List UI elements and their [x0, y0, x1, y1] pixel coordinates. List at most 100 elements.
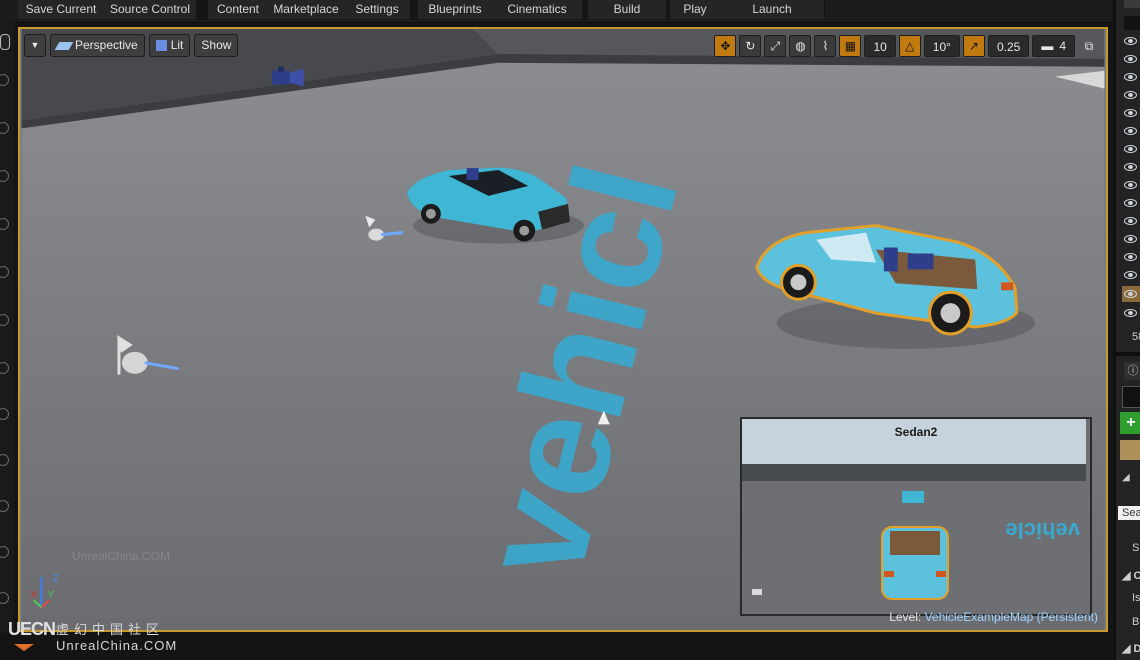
eye-icon[interactable] [1124, 271, 1137, 279]
perspective-button[interactable]: Perspective [50, 34, 145, 57]
content-button[interactable]: Content [208, 0, 269, 19]
scale-snap-toggle[interactable]: ↗ [962, 35, 985, 57]
axis-z-label: Z [52, 573, 58, 584]
panel-tab[interactable] [1124, 0, 1140, 8]
category-header[interactable]: ◢ Ca [1122, 569, 1140, 582]
visibility-icon[interactable] [0, 454, 9, 466]
details-search-input[interactable]: Sea [1118, 506, 1140, 520]
eye-icon[interactable] [1124, 181, 1137, 189]
visibility-icon[interactable] [0, 74, 9, 86]
panel-toggle-icon[interactable] [0, 34, 10, 50]
preview-title: Sedan2 [894, 425, 938, 439]
camera-speed-button[interactable]: ▬ 4 [1032, 35, 1075, 57]
expand-arrow-icon[interactable]: ◢ [1122, 472, 1130, 483]
eye-icon[interactable] [1124, 290, 1137, 298]
eye-icon[interactable] [1124, 253, 1137, 261]
actor-count: 58 [1132, 331, 1140, 343]
axis-y-label: Y [47, 590, 54, 601]
eye-icon[interactable] [1124, 127, 1137, 135]
lit-label: Lit [170, 38, 184, 52]
scale-mode-button[interactable]: ⤢ [764, 35, 787, 57]
source-control-button[interactable]: Source Control [104, 0, 197, 19]
visibility-icon[interactable] [0, 408, 9, 420]
visibility-icon[interactable] [0, 266, 9, 278]
viewport-watermark: UnrealChina.COM [72, 549, 171, 563]
settings-button[interactable]: Settings [344, 0, 411, 19]
visibility-icon[interactable] [0, 592, 9, 604]
camera-icon: ▬ [1041, 39, 1054, 53]
show-button[interactable]: Show [194, 34, 239, 57]
details-row-label: Is [1132, 592, 1140, 604]
globe-icon: ◍ [795, 39, 806, 53]
eye-icon[interactable] [1124, 309, 1137, 317]
add-component-button[interactable]: + [1120, 412, 1140, 434]
grid-snap-toggle[interactable]: ▦ [839, 35, 862, 57]
main-toolbar: Save Current Source Control Content Mark… [0, 0, 1112, 23]
eye-icon[interactable] [1124, 217, 1137, 225]
category-label: D [1133, 643, 1140, 655]
level-prefix: Level: [889, 610, 922, 624]
launch-button[interactable]: Launch [720, 0, 825, 19]
watermark-logo: UECN [8, 619, 56, 639]
viewport-options-button[interactable]: ▼ [24, 34, 46, 57]
eye-icon[interactable] [1124, 109, 1137, 117]
rotation-snap-toggle[interactable]: △ [898, 35, 921, 57]
details-row-label: B [1132, 616, 1140, 628]
eye-icon[interactable] [1124, 55, 1137, 63]
save-current-button[interactable]: Save Current [18, 0, 105, 19]
surface-snap-icon: ⌇ [822, 39, 829, 53]
eye-icon[interactable] [1124, 163, 1137, 171]
scale-snap-value[interactable]: 0.25 [987, 35, 1030, 57]
details-tab-icon[interactable]: ⓘ [1124, 362, 1140, 380]
viewport-toolbar-left: ▼ Perspective Lit Show [24, 34, 239, 58]
marketplace-button[interactable]: Marketplace [268, 0, 345, 19]
eye-icon[interactable] [1124, 37, 1137, 45]
grid-icon: ▦ [844, 39, 857, 53]
eye-icon[interactable] [1124, 235, 1137, 243]
outliner-panel: 58 ⓘ + ◢ Sea S ◢ Ca Is B ◢ D [1114, 0, 1140, 660]
preview-floor-text: vehicle [1005, 518, 1080, 543]
category-label: Ca [1133, 570, 1140, 582]
cinematics-button[interactable]: Cinematics [492, 0, 583, 19]
toolbar-separator [410, 0, 418, 20]
perspective-label: Perspective [75, 38, 138, 52]
eye-icon[interactable] [1124, 145, 1137, 153]
logo-triangle-icon [14, 644, 34, 651]
visibility-icon[interactable] [0, 314, 9, 326]
visibility-icon[interactable] [0, 500, 9, 512]
panel-divider [1116, 352, 1140, 356]
lit-button[interactable]: Lit [148, 34, 191, 57]
visibility-icon[interactable] [0, 218, 9, 230]
component-row[interactable] [1120, 440, 1140, 460]
eye-icon[interactable] [1124, 73, 1137, 81]
visibility-icon[interactable] [0, 546, 9, 558]
level-name: VehicleExampleMap (Persistent) [924, 610, 1098, 624]
details-row-label: S [1132, 542, 1140, 554]
perspective-icon [54, 41, 74, 50]
visibility-icon[interactable] [0, 170, 9, 182]
eye-icon[interactable] [1124, 199, 1137, 207]
play-button[interactable]: Play [670, 0, 721, 19]
camera-speed-value: 4 [1059, 39, 1066, 53]
preview-render: vehicle [742, 419, 1086, 610]
collapse-icon: ◢ [1122, 570, 1134, 582]
rotation-snap-value[interactable]: 10° [923, 35, 960, 57]
surface-snap-button[interactable]: ⌇ [814, 35, 837, 57]
chevron-down-icon: ▼ [30, 40, 40, 50]
grid-snap-value[interactable]: 10 [864, 35, 896, 57]
level-indicator: Level: VehicleExampleMap (Persistent) [889, 610, 1098, 624]
angle-icon: △ [905, 39, 915, 53]
level-viewport[interactable]: vehicl Z X Y ▼ Perspective Lit Show ✥ ↻ … [18, 27, 1108, 632]
maximize-viewport-button[interactable]: ⧉ [1078, 35, 1100, 57]
eye-icon[interactable] [1124, 91, 1137, 99]
rotate-mode-button[interactable]: ↻ [739, 35, 762, 57]
blueprints-button[interactable]: Blueprints [418, 0, 493, 19]
world-local-button[interactable]: ◍ [789, 35, 812, 57]
scale-arrow-icon: ↗ [968, 39, 979, 53]
visibility-icon[interactable] [0, 362, 9, 374]
translate-mode-button[interactable]: ✥ [714, 35, 737, 57]
visibility-icon[interactable] [0, 122, 9, 134]
move-icon: ✥ [720, 39, 731, 53]
build-button[interactable]: Build [588, 0, 667, 19]
category-header[interactable]: ◢ D [1122, 642, 1140, 655]
